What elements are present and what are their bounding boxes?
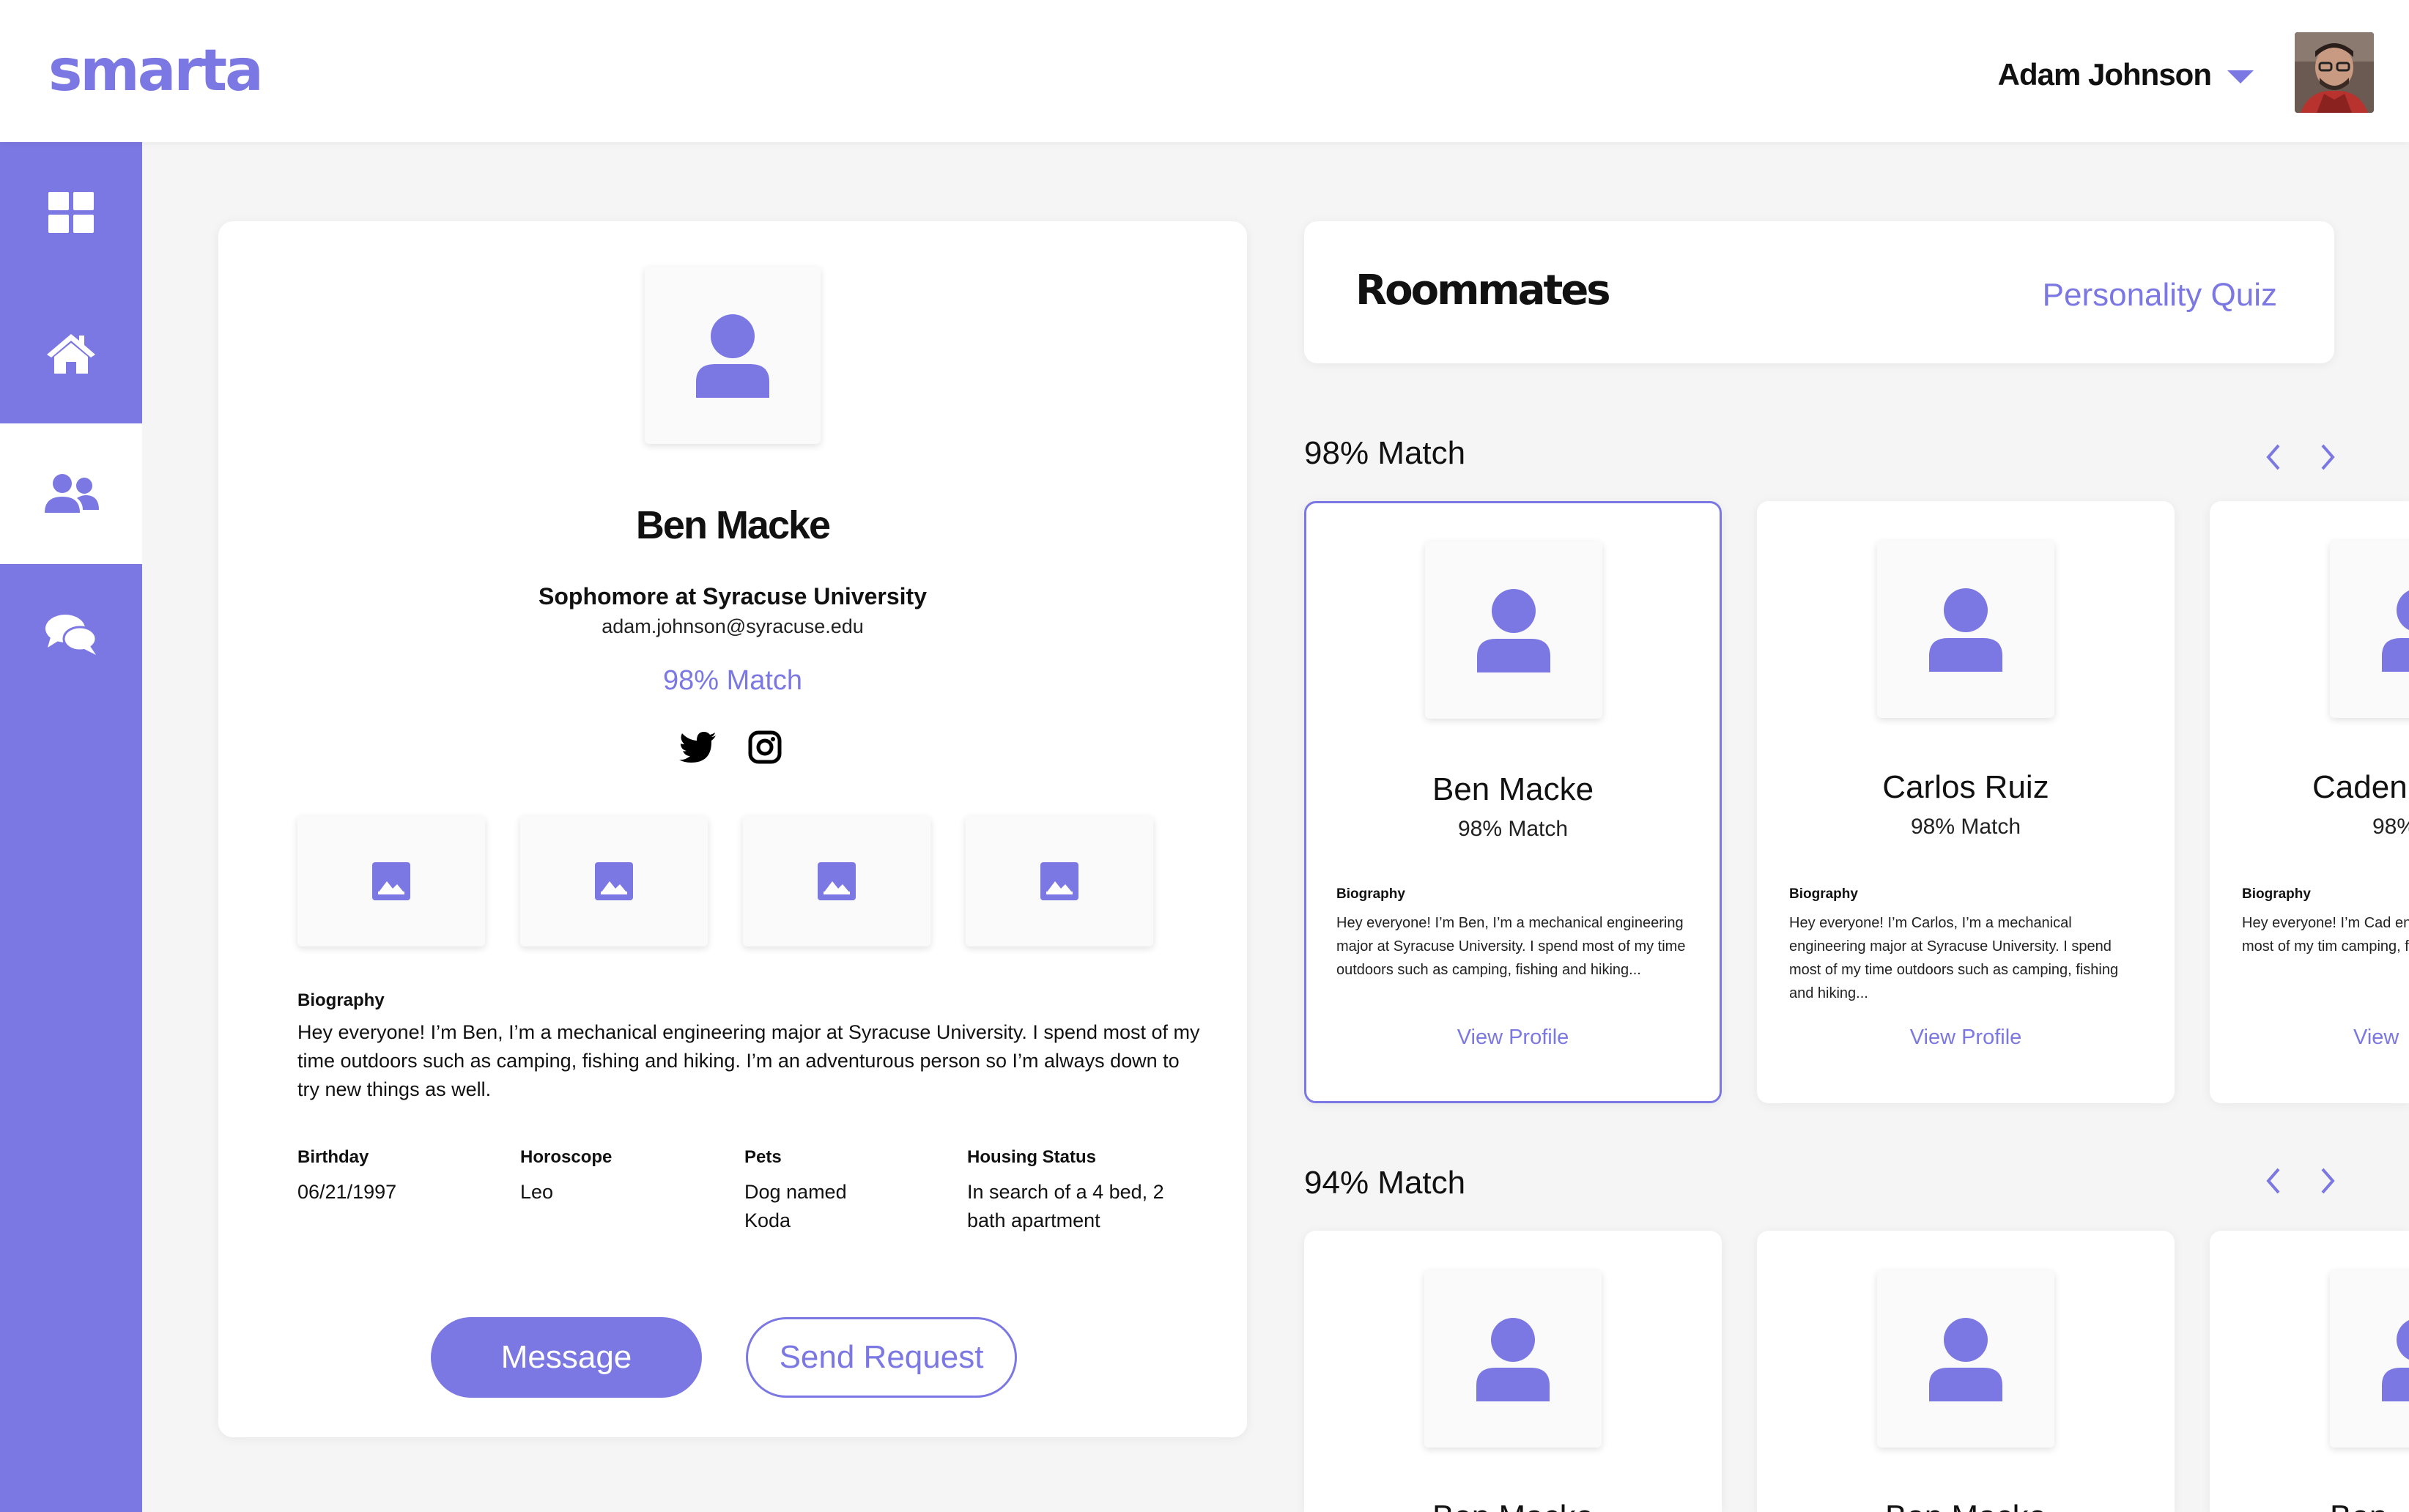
sidebar-item-dashboard[interactable] (0, 142, 142, 283)
photo-thumbnail[interactable] (743, 816, 930, 946)
roommate-card[interactable]: Ben (2210, 1231, 2409, 1512)
profile-match-score: 98% Match (662, 665, 803, 696)
instagram-icon[interactable] (744, 727, 785, 768)
pets-value: Dog named Koda (744, 1181, 847, 1231)
roommate-card[interactable]: Ben Macke 98% Match Biography Hey everyo… (1304, 501, 1722, 1103)
view-profile-link[interactable]: View Profile (1757, 1026, 2175, 1050)
pets-label: Pets (744, 1147, 782, 1167)
photo-thumbnail[interactable] (297, 816, 485, 946)
view-profile-link[interactable]: View Profile (1306, 1026, 1720, 1050)
twitter-icon[interactable] (677, 727, 718, 768)
chevron-right-icon[interactable] (2314, 1163, 2343, 1198)
card-bio-label: Biography (2242, 886, 2311, 902)
user-icon (2382, 1319, 2409, 1401)
housing-status-label: Housing Status (967, 1147, 1097, 1167)
sidebar-item-messages[interactable] (0, 564, 142, 705)
sidebar-item-home[interactable] (0, 283, 142, 423)
personality-quiz-link[interactable]: Personality Quiz (2043, 277, 2277, 314)
chat-icon (45, 615, 97, 655)
user-icon (1929, 588, 2002, 672)
card-name: Ben (2330, 1499, 2387, 1512)
card-name: Ben Macke (1432, 771, 1594, 807)
card-avatar (2330, 541, 2409, 718)
horoscope-label: Horoscope (520, 1147, 613, 1167)
roommates-header: Roommates Personality Quiz (1304, 221, 2334, 363)
app-logo[interactable]: smarta (48, 38, 264, 104)
sidebar-item-roommates[interactable] (0, 423, 142, 564)
horoscope-value: Leo (520, 1181, 554, 1203)
card-avatar (1424, 1270, 1602, 1448)
section-title: 94% Match (1304, 1165, 1466, 1201)
view-profile-link[interactable]: View (2353, 1026, 2399, 1050)
users-icon (45, 474, 99, 513)
roommate-card[interactable]: Caden 98% Biography Hey everyone! I’m Ca… (2210, 501, 2409, 1103)
user-icon (1476, 1318, 1550, 1401)
card-match: 98% Match (1910, 815, 2021, 839)
card-name: Ben Macke (1757, 1499, 2175, 1512)
photo-thumbnail[interactable] (966, 816, 1153, 946)
card-avatar (1877, 541, 2054, 718)
card-avatar (2330, 1270, 2409, 1448)
chevron-left-icon[interactable] (2258, 1163, 2287, 1198)
card-bio-label: Biography (1789, 886, 1858, 902)
profile-avatar (645, 267, 821, 444)
home-icon (47, 334, 95, 374)
profile-email: adam.johnson@syracuse.edu (602, 615, 864, 637)
send-request-button[interactable]: Send Request (746, 1317, 1017, 1398)
chevron-right-icon[interactable] (2314, 440, 2343, 475)
card-bio: Hey everyone! I’m Cad engineering major … (2242, 915, 2409, 955)
image-icon (372, 862, 410, 900)
top-header: smarta Adam Johnson (0, 0, 2409, 142)
grid-icon (48, 192, 94, 233)
card-match: 98% (2372, 815, 2409, 839)
profile-card: Ben Macke Sophomore at Syracuse Universi… (218, 221, 1247, 1437)
user-name[interactable]: Adam Johnson (1998, 57, 2212, 92)
roommates-title: Roommates (1355, 267, 1611, 314)
card-bio: Hey everyone! I’m Ben, I’m a mechanical … (1336, 915, 1686, 978)
chevron-down-icon[interactable] (2227, 70, 2254, 84)
user-avatar[interactable] (2295, 32, 2374, 113)
card-name: Caden (2312, 769, 2408, 805)
card-avatar (1425, 541, 1602, 719)
profile-school: Sophomore at Syracuse University (539, 583, 927, 609)
biography-label: Biography (297, 990, 385, 1010)
user-icon (1929, 1318, 2002, 1401)
image-icon (1040, 862, 1078, 900)
roommate-card[interactable]: Ben Macke (1304, 1231, 1722, 1512)
card-bio-label: Biography (1336, 886, 1405, 902)
housing-status-value: In search of a 4 bed, 2 bath apartment (967, 1181, 1164, 1231)
card-name: Ben Macke (1304, 1499, 1722, 1512)
sidebar (0, 142, 142, 1512)
chevron-left-icon[interactable] (2258, 440, 2287, 475)
biography-text: Hey everyone! I’m Ben, I’m a mechanical … (297, 1021, 1200, 1100)
image-icon (818, 862, 856, 900)
card-name: Carlos Ruiz (1882, 769, 2049, 805)
section-title: 98% Match (1304, 435, 1466, 471)
photo-thumbnail[interactable] (520, 816, 708, 946)
user-icon (2382, 590, 2409, 672)
birthday-value: 06/21/1997 (297, 1181, 397, 1203)
roommate-card[interactable]: Ben Macke (1757, 1231, 2175, 1512)
birthday-label: Birthday (297, 1147, 369, 1167)
message-button[interactable]: Message (431, 1317, 702, 1398)
user-icon (696, 314, 769, 398)
image-icon (595, 862, 633, 900)
card-avatar (1877, 1270, 2054, 1448)
card-match: 98% Match (1457, 817, 1569, 841)
card-bio: Hey everyone! I’m Carlos, I’m a mechanic… (1789, 915, 2119, 1001)
profile-name: Ben Macke (635, 503, 831, 547)
roommate-card[interactable]: Carlos Ruiz 98% Match Biography Hey ever… (1757, 501, 2175, 1103)
user-icon (1477, 589, 1550, 672)
